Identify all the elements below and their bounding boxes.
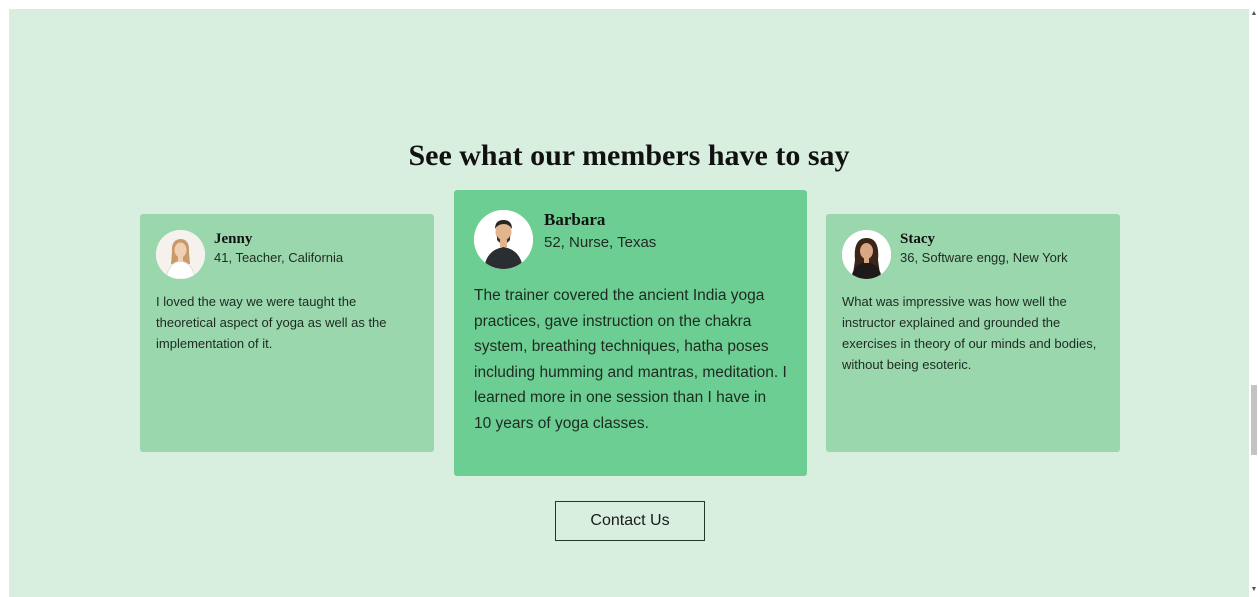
member-details: 36, Software engg, New York (900, 249, 1068, 265)
testimonial-quote: What was impressive was how well the ins… (842, 294, 1097, 372)
woman-avatar-icon (156, 230, 205, 279)
member-info: Stacy 36, Software engg, New York (900, 231, 1068, 265)
testimonial-quote: I loved the way we were taught the theor… (156, 294, 387, 351)
member-details: 41, Teacher, California (214, 249, 344, 265)
member-name: Stacy (900, 230, 935, 247)
scrollbar-thumb[interactable] (1251, 385, 1257, 455)
testimonial-card-stacy: Stacy 36, Software engg, New York What w… (826, 214, 1120, 452)
testimonial-card-jenny: Jenny 41, Teacher, California I loved th… (140, 214, 434, 452)
member-name: Barbara (544, 210, 606, 229)
scroll-up-icon[interactable]: ▲ (1250, 10, 1258, 18)
member-name: Jenny (214, 230, 253, 247)
testimonial-quote: The trainer covered the ancient India yo… (474, 287, 787, 432)
contact-us-button[interactable]: Contact Us (555, 501, 705, 541)
testimonials-section: See what our members have to say Jenny 4… (9, 9, 1249, 597)
member-details: 52, Nurse, Texas (544, 234, 657, 251)
man-avatar-icon (474, 210, 533, 269)
testimonial-card-barbara: Barbara 52, Nurse, Texas The trainer cov… (454, 190, 807, 476)
member-info: Jenny 41, Teacher, California (214, 231, 343, 265)
section-heading: See what our members have to say (408, 139, 850, 172)
member-info: Barbara 52, Nurse, Texas (544, 210, 656, 251)
scroll-down-icon[interactable]: ▼ (1250, 586, 1258, 594)
woman-avatar-icon (842, 230, 891, 279)
page-scrollbar[interactable]: ▲ ▼ (1249, 0, 1258, 597)
